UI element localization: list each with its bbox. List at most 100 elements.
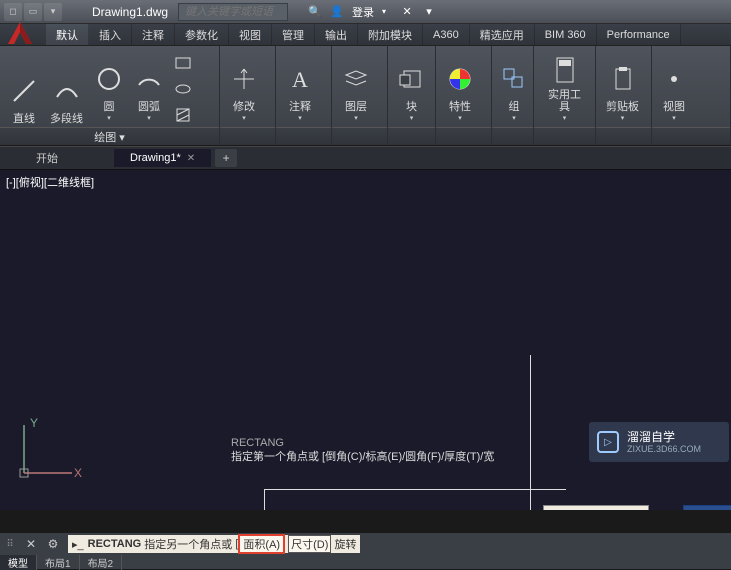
login-dropdown-icon[interactable]: ▾ [382, 7, 386, 16]
group-button[interactable]: 组 [498, 51, 530, 127]
cmdline-grip-icon[interactable]: ⠿ [0, 539, 20, 550]
ucs-icon[interactable]: Y X [16, 415, 86, 488]
rectangle-preview [264, 489, 531, 510]
tab-view[interactable]: 视图 [229, 24, 272, 45]
tab-default[interactable]: 默认 [46, 24, 89, 45]
app-logo-icon[interactable] [4, 18, 36, 53]
ucs-x-label: X [74, 466, 82, 480]
doc-tab-start[interactable]: 开始 [20, 147, 74, 169]
cmdline-opt-dim[interactable]: 尺寸(D) [288, 535, 331, 553]
modify-button[interactable]: 修改 [226, 51, 262, 127]
tab-insert[interactable]: 插入 [89, 24, 132, 45]
panel-draw: 直线 多段线 圆 圆弧 绘图 ▾ [0, 46, 220, 145]
watermark-main: 溜溜自学 [627, 431, 701, 444]
calculator-icon [553, 53, 577, 87]
titlebar: ◻ ▭ ▾ Drawing1.dwg 🔍 👤 登录 ▾ ✕ ▾ [0, 0, 731, 24]
tab-performance[interactable]: Performance [597, 24, 681, 45]
drawing-canvas[interactable]: [-][俯视][二维线框] 指定另一个角点或 143.149 Y X RECTA… [0, 170, 731, 510]
properties-button[interactable]: 特性 [442, 51, 478, 127]
crosshair-vertical [530, 355, 531, 490]
user-icon[interactable]: 👤 [330, 5, 344, 19]
dynamic-input-tooltip: 指定另一个角点或 [543, 505, 649, 510]
doc-tab-active[interactable]: Drawing1*✕ [114, 149, 211, 167]
qat-dropdown-icon[interactable]: ▾ [44, 3, 62, 21]
panel-draw-title[interactable]: 绘图 ▾ [0, 127, 219, 145]
tab-bim360[interactable]: BIM 360 [535, 24, 597, 45]
util-button[interactable]: 实用工具 [540, 51, 589, 127]
clipboard-icon [611, 59, 635, 99]
ribbon: 直线 多段线 圆 圆弧 绘图 ▾ 修改 [0, 46, 731, 146]
cmd-history-prompt: 指定第一个角点或 [倒角(C)/标高(E)/圆角(F)/厚度(T)/宽 [231, 450, 494, 464]
panel-view: 视图 [652, 46, 731, 145]
panel-layer: 图层 [332, 46, 388, 145]
text-icon: A [286, 59, 314, 99]
circle-button[interactable]: 圆 [91, 51, 127, 127]
coordinate-input[interactable]: 143.149 [683, 505, 731, 510]
annotate-button[interactable]: A注释 [282, 51, 318, 127]
cmdline-opt-rot[interactable]: 旋转 [334, 536, 356, 552]
svg-text:A: A [292, 67, 308, 92]
search-input[interactable] [178, 3, 288, 21]
cmdline-prompt: 指定另一个角点或 [144, 536, 232, 552]
status-tab-layout2[interactable]: 布局2 [80, 555, 123, 570]
status-bar: 模型 布局1 布局2 [0, 555, 731, 569]
block-icon [398, 59, 426, 99]
ribbon-tab-strip: 默认 插入 注释 参数化 视图 管理 输出 附加模块 A360 精选应用 BIM… [0, 24, 731, 46]
panel-group: 组 [492, 46, 534, 145]
cmdline-command: RECTANG [88, 538, 142, 550]
line-button[interactable]: 直线 [6, 51, 42, 127]
document-title: Drawing1.dwg [92, 5, 168, 19]
cmdline-opt-area[interactable]: 面积(A) [238, 534, 285, 554]
play-icon: ▷ [597, 431, 619, 453]
clipboard-button[interactable]: 剪贴板 [602, 51, 643, 127]
layers-icon [342, 59, 370, 99]
tab-annotate[interactable]: 注释 [132, 24, 175, 45]
ellipse-icon[interactable] [171, 77, 195, 101]
tab-output[interactable]: 输出 [315, 24, 358, 45]
document-tab-strip: 开始 Drawing1*✕ + [0, 146, 731, 170]
panel-util: 实用工具 [534, 46, 596, 145]
cmdline-prompt-icon: ▸_ [72, 538, 84, 551]
basepoint-icon [662, 59, 686, 99]
tab-featured[interactable]: 精选应用 [470, 24, 535, 45]
panel-modify: 修改 [220, 46, 276, 145]
group-icon [502, 59, 526, 99]
command-input[interactable]: ▸_ RECTANG 指定另一个角点或 [ 面积(A) 尺寸(D) 旋转 [68, 535, 360, 553]
close-icon[interactable]: ✕ [187, 153, 195, 164]
tab-a360[interactable]: A360 [423, 24, 470, 45]
polyline-icon [53, 71, 81, 111]
help-dropdown-icon[interactable]: ▾ [422, 5, 436, 19]
panel-clipboard: 剪贴板 [596, 46, 652, 145]
panel-annotate: A注释 [276, 46, 332, 145]
move-icon [230, 59, 258, 99]
hatch-icon[interactable] [171, 103, 195, 127]
exchange-icon[interactable]: ✕ [400, 5, 414, 19]
view-button[interactable]: 视图 [658, 51, 690, 127]
new-tab-button[interactable]: + [215, 149, 237, 167]
command-history: RECTANG 指定第一个角点或 [倒角(C)/标高(E)/圆角(F)/厚度(T… [231, 436, 494, 464]
watermark: ▷ 溜溜自学 ZIXUE.3D66.COM [589, 422, 729, 462]
crosshair-horizontal [530, 489, 566, 490]
circle-icon [95, 59, 123, 99]
watermark-sub: ZIXUE.3D66.COM [627, 444, 701, 454]
rectangle-icon[interactable] [171, 51, 195, 75]
cmdline-close-icon[interactable]: ✕ [22, 535, 40, 553]
command-line[interactable]: ⠿ ✕ ⚙ ▸_ RECTANG 指定另一个角点或 [ 面积(A) 尺寸(D) … [0, 533, 731, 555]
tab-parametric[interactable]: 参数化 [175, 24, 229, 45]
polyline-button[interactable]: 多段线 [46, 51, 87, 127]
status-tab-model[interactable]: 模型 [0, 555, 37, 570]
infocenter-icon[interactable]: 🔍 [308, 5, 322, 19]
tab-addins[interactable]: 附加模块 [358, 24, 423, 45]
panel-block: 块 [388, 46, 436, 145]
arc-button[interactable]: 圆弧 [131, 51, 167, 127]
login-button[interactable]: 登录 [352, 4, 374, 20]
arc-icon [135, 59, 163, 99]
block-button[interactable]: 块 [394, 51, 429, 127]
viewport-label[interactable]: [-][俯视][二维线框] [6, 174, 94, 190]
title-right-cluster: 🔍 👤 登录 ▾ ✕ ▾ [308, 4, 436, 20]
status-tab-layout1[interactable]: 布局1 [37, 555, 80, 570]
layer-button[interactable]: 图层 [338, 51, 374, 127]
tab-manage[interactable]: 管理 [272, 24, 315, 45]
cmdline-settings-icon[interactable]: ⚙ [44, 535, 62, 553]
ucs-y-label: Y [30, 416, 38, 430]
